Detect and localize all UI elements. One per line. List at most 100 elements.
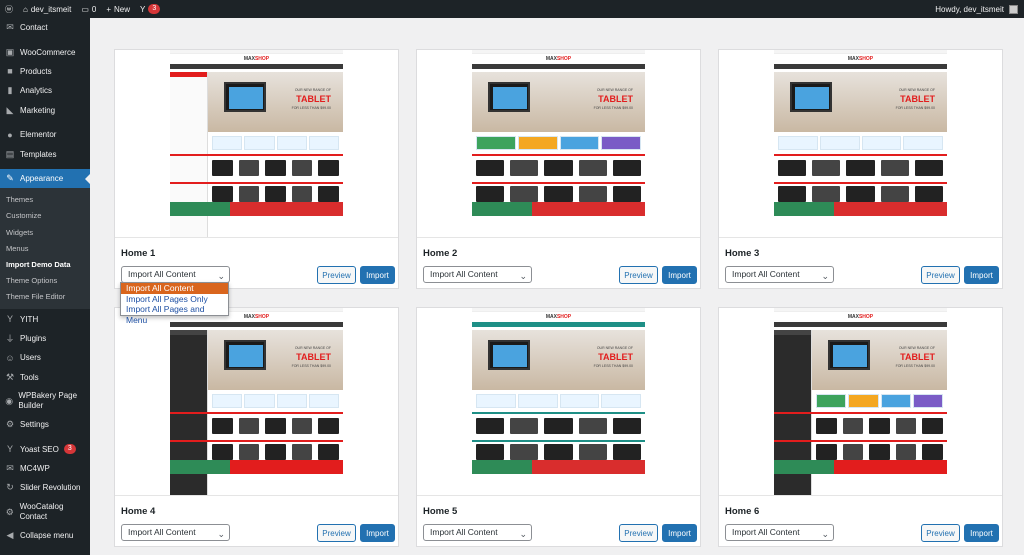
demo-preview-image: MAX SHOP OUR NEW RANGE OF TABLET FOR LESS TH… xyxy=(170,308,343,495)
sidebar-item-users[interactable]: ☺ Users xyxy=(0,348,90,367)
submenu-themes[interactable]: Themes xyxy=(0,192,90,208)
import-type-select[interactable]: Import All Content ⌄ xyxy=(725,524,834,541)
mock-hero-banner: OUR NEW RANGE OF TABLET FOR LESS THAN $99.… xyxy=(472,72,645,132)
preview-button[interactable]: Preview xyxy=(619,524,658,542)
new-content-link[interactable]: + New xyxy=(101,0,135,18)
dropdown-option-pages-and-menu[interactable]: Import All Pages and Menu xyxy=(121,304,228,325)
sidebar-item-marketing[interactable]: ◣ Marketing xyxy=(0,101,90,120)
submenu-widgets[interactable]: Widgets xyxy=(0,225,90,241)
wordpress-logo-icon[interactable]: ⓦ xyxy=(0,0,18,18)
sidebar-item-woocatalog[interactable]: ⚙ WooCatalog Contact xyxy=(0,498,90,526)
sidebar-item-plugins[interactable]: ⏚ Plugins xyxy=(0,329,90,348)
import-button[interactable]: Import xyxy=(360,524,395,542)
demo-title: Home 6 xyxy=(725,506,760,517)
import-button[interactable]: Import xyxy=(662,524,697,542)
mock-logo: MAX SHOP xyxy=(847,314,874,320)
sidebar-item-mc4wp[interactable]: ✉ MC4WP xyxy=(0,459,90,478)
sidebar-item-wpbakery[interactable]: ◉ WPBakery Page Builder xyxy=(0,387,90,415)
avatar xyxy=(1009,4,1018,14)
preview-button[interactable]: Preview xyxy=(317,524,356,542)
tablet-image xyxy=(828,340,870,370)
import-type-select[interactable]: Import All Content ⌄ xyxy=(121,524,230,541)
demo-card: MAX SHOP OUR NEW RANGE OF TABLET FOR LESS TH… xyxy=(114,307,399,547)
demo-title: Home 4 xyxy=(121,506,156,517)
preview-button[interactable]: Preview xyxy=(317,266,356,284)
demo-card: MAX SHOP OUR NEW RANGE OF TABLET FOR LESS TH… xyxy=(114,49,399,289)
user-icon: ☺ xyxy=(5,352,15,363)
plus-icon: + xyxy=(106,4,111,14)
sidebar-collapse-menu[interactable]: ◀ Collapse menu xyxy=(0,526,90,545)
import-button[interactable]: Import xyxy=(964,524,999,542)
tablet-image xyxy=(790,82,832,112)
yoast-adminbar-link[interactable]: Y3 xyxy=(135,0,165,18)
site-name-link[interactable]: ⌂ dev_itsmeit xyxy=(18,0,76,18)
home-icon: ⌂ xyxy=(23,4,28,14)
import-type-select[interactable]: Import All Content ⌄ xyxy=(121,266,230,283)
mock-hero-banner: OUR NEW RANGE OF TABLET FOR LESS THAN $99.… xyxy=(472,330,645,390)
appearance-submenu: Themes Customize Widgets Menus Import De… xyxy=(0,188,90,310)
mock-hero-banner: OUR NEW RANGE OF TABLET FOR LESS THAN $99.… xyxy=(812,330,947,390)
comments-link[interactable]: ▭ 0 xyxy=(76,0,101,18)
yoast-icon: Y xyxy=(140,4,146,14)
preview-button[interactable]: Preview xyxy=(921,524,960,542)
chevron-down-icon: ⌄ xyxy=(519,529,527,539)
submenu-customize[interactable]: Customize xyxy=(0,208,90,224)
elementor-icon: ● xyxy=(7,129,13,140)
dropdown-option-pages-only[interactable]: Import All Pages Only xyxy=(121,294,228,305)
yoast-icon: Y xyxy=(6,444,13,455)
wrench-icon: ⚒ xyxy=(5,371,15,382)
comment-icon: ▭ xyxy=(81,4,89,14)
mock-hero-banner: OUR NEW RANGE OF TABLET FOR LESS THAN $99.… xyxy=(774,72,947,132)
preview-button[interactable]: Preview xyxy=(921,266,960,284)
submenu-menus[interactable]: Menus xyxy=(0,241,90,257)
collapse-icon: ◀ xyxy=(6,529,14,540)
sidebar-item-yoast-seo[interactable]: Y Yoast SEO 3 xyxy=(0,439,90,458)
import-type-select[interactable]: Import All Content ⌄ xyxy=(423,524,532,541)
import-button[interactable]: Import xyxy=(360,266,395,284)
demo-screenshot[interactable]: MAX SHOP OUR NEW RANGE OF TABLET FOR LESS TH… xyxy=(719,50,1002,238)
dropdown-option-all-content[interactable]: Import All Content xyxy=(121,283,228,294)
megaphone-icon: ◣ xyxy=(6,104,14,115)
demo-screenshot[interactable]: MAX SHOP OUR NEW RANGE OF TABLET FOR LESS TH… xyxy=(417,50,700,238)
demo-preview-image: MAX SHOP OUR NEW RANGE OF TABLET FOR LESS TH… xyxy=(774,308,947,495)
sidebar-item-tools[interactable]: ⚒ Tools xyxy=(0,368,90,387)
submenu-import-demo-data[interactable]: Import Demo Data xyxy=(0,257,90,273)
wpbakery-icon: ◉ xyxy=(5,396,14,406)
demo-screenshot[interactable]: MAX SHOP OUR NEW RANGE OF TABLET FOR LESS TH… xyxy=(417,308,700,496)
import-type-select[interactable]: Import All Content ⌄ xyxy=(423,266,532,283)
tablet-image xyxy=(224,340,266,370)
submenu-theme-file-editor[interactable]: Theme File Editor xyxy=(0,289,90,305)
sidebar-item-settings[interactable]: ⚙ Settings xyxy=(0,415,90,434)
sidebar-item-analytics[interactable]: ▮ Analytics xyxy=(0,81,90,100)
sidebar-item-templates[interactable]: ▤ Templates xyxy=(0,144,90,163)
my-account-link[interactable]: Howdy, dev_itsmeit xyxy=(930,0,1024,18)
sidebar-item-appearance[interactable]: ✎ Appearance xyxy=(0,168,90,189)
refresh-icon: ↻ xyxy=(6,482,14,493)
admin-bar: ⓦ ⌂ dev_itsmeit ▭ 0 + New Y3 Howdy, dev_its… xyxy=(0,0,1024,18)
chevron-down-icon: ⌄ xyxy=(821,529,829,539)
demo-title: Home 5 xyxy=(423,506,458,517)
folder-icon: ▤ xyxy=(5,148,15,159)
demo-screenshot[interactable]: MAX SHOP OUR NEW RANGE OF TABLET FOR LESS TH… xyxy=(115,308,398,496)
sidebar-item-yith[interactable]: Y YITH xyxy=(0,309,90,328)
import-button[interactable]: Import xyxy=(964,266,999,284)
import-type-select[interactable]: Import All Content ⌄ xyxy=(725,266,834,283)
submenu-theme-options[interactable]: Theme Options xyxy=(0,273,90,289)
sidebar-item-slider-revolution[interactable]: ↻ Slider Revolution xyxy=(0,478,90,497)
import-options-dropdown: Import All Content Import All Pages Only… xyxy=(120,282,229,325)
demo-screenshot[interactable]: MAX SHOP OUR NEW RANGE OF TABLET FOR LESS TH… xyxy=(115,50,398,238)
sidebar-item-woocommerce[interactable]: ▣ WooCommerce xyxy=(0,42,90,61)
sidebar-item-products[interactable]: ■ Products xyxy=(0,62,90,81)
notification-badge: 3 xyxy=(63,444,76,455)
chevron-down-icon: ⌄ xyxy=(821,271,829,281)
tablet-image xyxy=(488,82,530,112)
demo-screenshot[interactable]: MAX SHOP OUR NEW RANGE OF TABLET FOR LESS TH… xyxy=(719,308,1002,496)
demo-card: MAX SHOP OUR NEW RANGE OF TABLET FOR LESS TH… xyxy=(416,307,701,547)
mock-logo: MAX SHOP xyxy=(545,314,572,320)
import-button[interactable]: Import xyxy=(662,266,697,284)
mock-logo: MAX SHOP xyxy=(243,56,270,62)
preview-button[interactable]: Preview xyxy=(619,266,658,284)
sidebar-item-elementor[interactable]: ● Elementor xyxy=(0,125,90,144)
demo-title: Home 3 xyxy=(725,248,760,259)
sidebar-item-contact[interactable]: ✉ Contact xyxy=(0,18,90,37)
